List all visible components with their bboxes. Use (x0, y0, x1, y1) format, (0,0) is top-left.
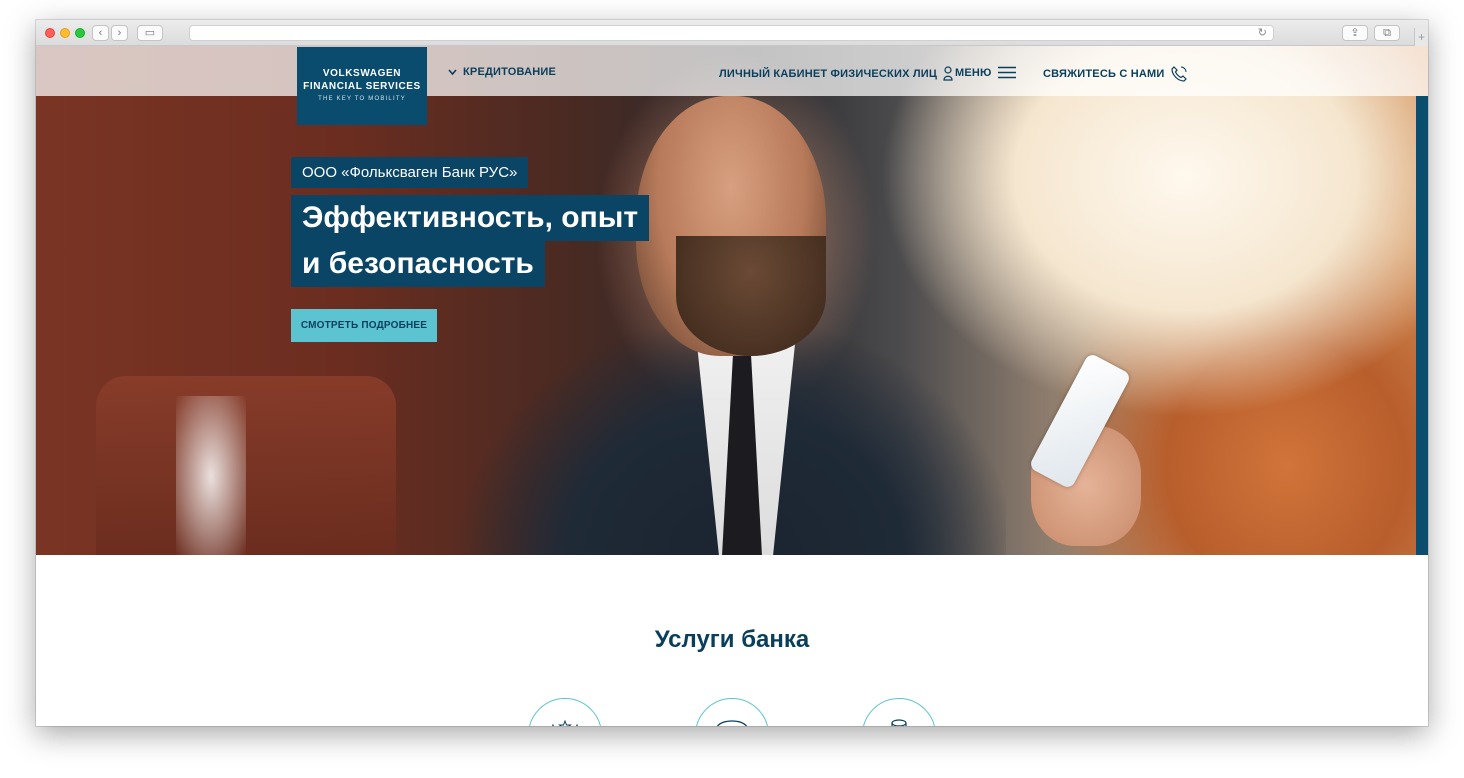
hero-headline-line1: Эффективность, опыт (291, 195, 650, 241)
back-button[interactable]: ‹ (92, 25, 109, 41)
user-icon (943, 66, 953, 81)
nav-contact[interactable]: СВЯЖИТЕСЬ С НАМИ (1043, 66, 1187, 82)
address-bar[interactable]: ↻ (189, 25, 1274, 41)
phone-icon (1170, 66, 1187, 82)
browser-window: ‹ › ▭ ↻ ⇪ ⧉ + VOLKSWAGEN FINANCIAL SERVI… (36, 20, 1428, 726)
nav-credit[interactable]: КРЕДИТОВАНИЕ (448, 66, 556, 78)
close-window-button[interactable] (45, 28, 55, 38)
nav-personal-cabinet[interactable]: ЛИЧНЫЙ КАБИНЕТ ФИЗИЧЕСКИХ ЛИЦ (719, 66, 953, 81)
light-glow (176, 396, 246, 555)
services-title: Услуги банка (654, 626, 810, 653)
sidebar-toggle-button[interactable]: ▭ (137, 25, 163, 41)
tabs-overview-button[interactable]: ⧉ (1374, 25, 1400, 41)
nav-menu-label: МЕНЮ (955, 66, 992, 79)
logo-line2: FINANCIAL SERVICES (303, 81, 421, 92)
hero-headline-line2: и безопасность (291, 241, 545, 287)
bank-name-tag: ООО «Фольксваген Банк РУС» (291, 157, 529, 188)
scroll-strip (1416, 96, 1428, 555)
logo-line1: VOLKSWAGEN (322, 68, 402, 79)
nav-contact-label: СВЯЖИТЕСЬ С НАМИ (1043, 68, 1165, 80)
service-card-1[interactable] (528, 698, 602, 726)
view-more-button[interactable]: СМОТРЕТЬ ПОДРОБНЕЕ (291, 309, 437, 342)
minimize-window-button[interactable] (60, 28, 70, 38)
zoom-window-button[interactable] (75, 28, 85, 38)
stars-icon (552, 719, 578, 726)
service-card-3[interactable] (862, 698, 936, 726)
hero-banner (36, 46, 1428, 555)
coins-icon (891, 719, 907, 726)
service-card-2[interactable] (695, 698, 769, 726)
reload-icon[interactable]: ↻ (1258, 26, 1267, 41)
browser-toolbar: ‹ › ▭ ↻ ⇪ ⧉ + (36, 20, 1428, 46)
new-tab-button[interactable]: + (1414, 28, 1428, 46)
nav-menu[interactable]: МЕНЮ (955, 66, 1016, 79)
beard-image (676, 236, 826, 356)
nav-cabinet-label: ЛИЧНЫЙ КАБИНЕТ ФИЗИЧЕСКИХ ЛИЦ (719, 67, 938, 80)
logo-tagline: THE KEY TO MOBILITY (318, 96, 406, 102)
forward-button[interactable]: › (111, 25, 128, 41)
vw-fs-logo[interactable]: VOLKSWAGEN FINANCIAL SERVICES THE KEY TO… (297, 47, 427, 125)
nav-credit-label: КРЕДИТОВАНИЕ (463, 66, 557, 78)
car-icon (716, 720, 748, 726)
chevron-down-icon (448, 68, 457, 75)
share-button[interactable]: ⇪ (1342, 25, 1368, 41)
car-seat-image (96, 376, 396, 555)
hamburger-icon (997, 66, 1016, 79)
